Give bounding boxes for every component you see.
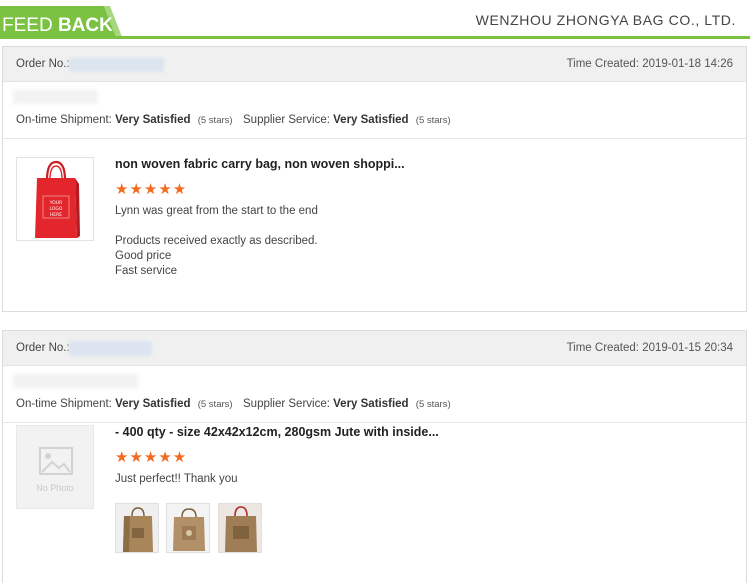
time-created: Time Created: 2019-01-18 14:26	[566, 58, 733, 70]
shipment-value: Very Satisfied	[115, 398, 191, 410]
red-tote-bag-icon: YOUR LOGO HERE	[35, 160, 80, 238]
feedback-title-bold: BACK	[57, 15, 113, 36]
shipment-rating: On-time Shipment: Very Satisfied (5 star…	[16, 398, 233, 410]
order-number-label: Order No.:	[16, 342, 70, 354]
feedback-card: Order No.: Time Created: 2019-01-18 14:2…	[2, 46, 747, 312]
service-label: Supplier Service:	[243, 114, 330, 126]
star-rating: ★★★★★	[115, 449, 188, 466]
star-rating: ★★★★★	[115, 181, 188, 198]
svg-text:LOGO: LOGO	[50, 206, 63, 212]
jute-bag-photo-1-icon	[116, 504, 158, 552]
rating-summary: On-time Shipment: Very Satisfied (5 star…	[3, 82, 746, 139]
shipment-rating: On-time Shipment: Very Satisfied (5 star…	[16, 114, 233, 126]
product-title[interactable]: - 400 qty - size 42x42x12cm, 280gsm Jute…	[115, 425, 439, 439]
order-number-label: Order No.:	[16, 58, 70, 70]
shipment-label: On-time Shipment:	[16, 398, 112, 410]
review-comment: Products received exactly as described.	[115, 235, 318, 247]
card-header: Order No.: Time Created: 2019-01-18 14:2…	[3, 47, 746, 82]
service-rating: Supplier Service: Very Satisfied (5 star…	[243, 114, 451, 126]
feedback-card: Order No.: Time Created: 2019-01-15 20:3…	[2, 330, 747, 583]
product-title[interactable]: non woven fabric carry bag, non woven sh…	[115, 157, 405, 171]
service-rating: Supplier Service: Very Satisfied (5 star…	[243, 398, 451, 410]
review-comment: Lynn was great from the start to the end	[115, 205, 318, 217]
service-stars-text: (5 stars)	[415, 399, 451, 410]
buyer-name-redacted	[13, 90, 98, 104]
service-value: Very Satisfied	[333, 398, 409, 410]
buyer-name-redacted	[13, 374, 138, 388]
svg-text:YOUR: YOUR	[49, 200, 62, 206]
svg-text:HERE: HERE	[50, 212, 62, 218]
feedback-title-light: FEED	[2, 15, 58, 36]
review-comment: Good price	[115, 250, 172, 262]
jute-bag-photo-2-icon	[167, 504, 209, 552]
time-created: Time Created: 2019-01-15 20:34	[566, 342, 733, 354]
review-comment: Just perfect!! Thank you	[115, 473, 238, 485]
shipment-value: Very Satisfied	[115, 114, 191, 126]
service-value: Very Satisfied	[333, 114, 409, 126]
shipment-label: On-time Shipment:	[16, 114, 112, 126]
service-label: Supplier Service:	[243, 398, 330, 410]
review-photo[interactable]	[166, 503, 210, 553]
review-photo[interactable]	[115, 503, 159, 553]
service-stars-text: (5 stars)	[415, 115, 451, 126]
page-header: FEED BACK WENZHOU ZHONGYA BAG CO., LTD.	[0, 0, 750, 38]
feedback-tab: FEED BACK	[0, 6, 125, 37]
company-name: WENZHOU ZHONGYA BAG CO., LTD.	[475, 12, 736, 28]
feedback-title: FEED BACK	[2, 15, 113, 37]
card-header: Order No.: Time Created: 2019-01-15 20:3…	[3, 331, 746, 366]
review-comment: Fast service	[115, 265, 177, 277]
jute-bag-photo-3-icon	[219, 504, 261, 552]
no-photo-label: No Photo	[36, 483, 74, 493]
product-thumbnail[interactable]: YOUR LOGO HERE	[16, 157, 94, 241]
header-divider	[0, 36, 750, 39]
order-number-redacted	[69, 341, 152, 356]
shipment-stars-text: (5 stars)	[197, 115, 233, 126]
image-placeholder-icon	[39, 447, 73, 475]
shipment-stars-text: (5 stars)	[197, 399, 233, 410]
order-number-redacted	[69, 58, 164, 72]
product-thumbnail-placeholder[interactable]: No Photo	[16, 425, 94, 509]
rating-summary: On-time Shipment: Very Satisfied (5 star…	[3, 366, 746, 423]
review-photo[interactable]	[218, 503, 262, 553]
